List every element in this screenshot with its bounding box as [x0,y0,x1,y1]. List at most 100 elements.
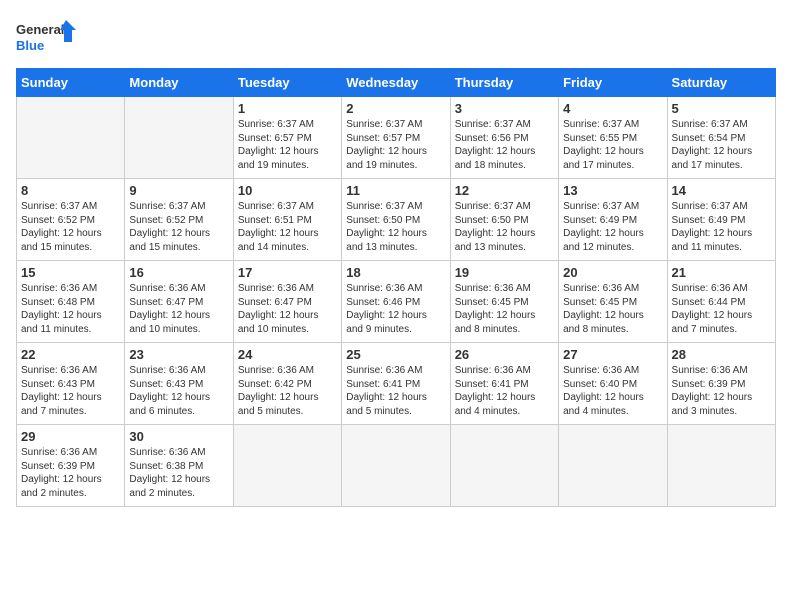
page-header: General Blue [16,16,776,60]
cell-info: Sunrise: 6:37 AMSunset: 6:49 PMDaylight:… [563,201,644,253]
svg-text:Blue: Blue [16,38,44,53]
calendar-table: SundayMondayTuesdayWednesdayThursdayFrid… [16,68,776,507]
cell-info: Sunrise: 6:36 AMSunset: 6:47 PMDaylight:… [129,283,210,335]
logo: General Blue [16,16,76,60]
calendar-week-5: 29 Sunrise: 6:36 AMSunset: 6:39 PMDayligh… [17,425,776,507]
cell-info: Sunrise: 6:36 AMSunset: 6:40 PMDaylight:… [563,365,644,417]
calendar-cell: 15 Sunrise: 6:36 AMSunset: 6:48 PMDayligh… [17,261,125,343]
day-number: 30 [129,429,228,444]
day-number: 23 [129,347,228,362]
day-number: 9 [129,183,228,198]
weekday-sunday: Sunday [17,69,125,97]
cell-info: Sunrise: 6:37 AMSunset: 6:51 PMDaylight:… [238,201,319,253]
calendar-body: 1 Sunrise: 6:37 AMSunset: 6:57 PMDaylight… [17,97,776,507]
day-number: 26 [455,347,554,362]
calendar-cell: 28 Sunrise: 6:36 AMSunset: 6:39 PMDayligh… [667,343,775,425]
calendar-cell [450,425,558,507]
calendar-cell: 30 Sunrise: 6:36 AMSunset: 6:38 PMDayligh… [125,425,233,507]
cell-info: Sunrise: 6:36 AMSunset: 6:39 PMDaylight:… [21,447,102,499]
day-number: 11 [346,183,445,198]
calendar-week-3: 15 Sunrise: 6:36 AMSunset: 6:48 PMDayligh… [17,261,776,343]
day-number: 17 [238,265,337,280]
calendar-cell: 20 Sunrise: 6:36 AMSunset: 6:45 PMDayligh… [559,261,667,343]
cell-info: Sunrise: 6:37 AMSunset: 6:49 PMDaylight:… [672,201,753,253]
calendar-cell: 9 Sunrise: 6:37 AMSunset: 6:52 PMDaylight… [125,179,233,261]
day-number: 5 [672,101,771,116]
cell-info: Sunrise: 6:36 AMSunset: 6:39 PMDaylight:… [672,365,753,417]
cell-info: Sunrise: 6:36 AMSunset: 6:38 PMDaylight:… [129,447,210,499]
svg-text:General: General [16,22,64,37]
calendar-cell: 19 Sunrise: 6:36 AMSunset: 6:45 PMDayligh… [450,261,558,343]
calendar-cell: 11 Sunrise: 6:37 AMSunset: 6:50 PMDayligh… [342,179,450,261]
cell-info: Sunrise: 6:36 AMSunset: 6:41 PMDaylight:… [455,365,536,417]
day-number: 28 [672,347,771,362]
calendar-cell: 21 Sunrise: 6:36 AMSunset: 6:44 PMDayligh… [667,261,775,343]
cell-info: Sunrise: 6:36 AMSunset: 6:44 PMDaylight:… [672,283,753,335]
day-number: 10 [238,183,337,198]
calendar-week-1: 1 Sunrise: 6:37 AMSunset: 6:57 PMDaylight… [17,97,776,179]
calendar-cell: 5 Sunrise: 6:37 AMSunset: 6:54 PMDaylight… [667,97,775,179]
day-number: 24 [238,347,337,362]
cell-info: Sunrise: 6:37 AMSunset: 6:54 PMDaylight:… [672,119,753,171]
calendar-cell: 1 Sunrise: 6:37 AMSunset: 6:57 PMDaylight… [233,97,341,179]
day-number: 4 [563,101,662,116]
calendar-cell: 2 Sunrise: 6:37 AMSunset: 6:57 PMDaylight… [342,97,450,179]
calendar-cell [559,425,667,507]
cell-info: Sunrise: 6:36 AMSunset: 6:48 PMDaylight:… [21,283,102,335]
cell-info: Sunrise: 6:36 AMSunset: 6:47 PMDaylight:… [238,283,319,335]
cell-info: Sunrise: 6:37 AMSunset: 6:50 PMDaylight:… [346,201,427,253]
calendar-cell [125,97,233,179]
day-number: 14 [672,183,771,198]
cell-info: Sunrise: 6:37 AMSunset: 6:52 PMDaylight:… [21,201,102,253]
day-number: 18 [346,265,445,280]
calendar-cell: 22Sunrise: 6:36 AMSunset: 6:43 PMDayligh… [17,343,125,425]
day-number: 20 [563,265,662,280]
calendar-cell: 16 Sunrise: 6:36 AMSunset: 6:47 PMDayligh… [125,261,233,343]
day-number: 8 [21,183,120,198]
weekday-thursday: Thursday [450,69,558,97]
day-number: 12 [455,183,554,198]
day-number: 19 [455,265,554,280]
weekday-monday: Monday [125,69,233,97]
day-number: 3 [455,101,554,116]
weekday-header-row: SundayMondayTuesdayWednesdayThursdayFrid… [17,69,776,97]
calendar-cell: 23 Sunrise: 6:36 AMSunset: 6:43 PMDayligh… [125,343,233,425]
cell-info: Sunrise: 6:36 AMSunset: 6:42 PMDaylight:… [238,365,319,417]
cell-info: Sunrise: 6:37 AMSunset: 6:56 PMDaylight:… [455,119,536,171]
calendar-cell: 13Sunrise: 6:37 AMSunset: 6:49 PMDayligh… [559,179,667,261]
day-number: 21 [672,265,771,280]
calendar-cell: 14 Sunrise: 6:37 AMSunset: 6:49 PMDayligh… [667,179,775,261]
calendar-cell: 10 Sunrise: 6:37 AMSunset: 6:51 PMDayligh… [233,179,341,261]
calendar-cell [667,425,775,507]
day-number: 15 [21,265,120,280]
calendar-week-4: 22 Sunrise: 6:36 AMSunset: 6:43 PMDayligh… [17,343,776,425]
cell-info: Sunrise: 6:36 AMSunset: 6:45 PMDaylight:… [563,283,644,335]
calendar-cell: 8 Sunrise: 6:37 AMSunset: 6:52 PMDaylight… [17,179,125,261]
cell-info: Sunrise: 6:37 AMSunset: 6:57 PMDaylight:… [238,119,319,171]
cell-info: Sunrise: 6:37 AMSunset: 6:50 PMDaylight:… [455,201,536,253]
cell-info: Sunrise: 6:36 AMSunset: 6:43 PMDaylight:… [129,365,210,417]
cell-info: Sunrise: 6:36 AMSunset: 6:45 PMDaylight:… [455,283,536,335]
calendar-cell [17,97,125,179]
cell-info: Sunrise: 6:36 AMSunset: 6:46 PMDaylight:… [346,283,427,335]
calendar-week-2: 8 Sunrise: 6:37 AMSunset: 6:52 PMDaylight… [17,179,776,261]
calendar-cell [233,425,341,507]
calendar-cell: 3 Sunrise: 6:37 AMSunset: 6:56 PMDaylight… [450,97,558,179]
weekday-wednesday: Wednesday [342,69,450,97]
day-number: 29 [21,429,120,444]
calendar-cell: 27Sunrise: 6:36 AMSunset: 6:40 PMDayligh… [559,343,667,425]
cell-info: Sunrise: 6:37 AMSunset: 6:55 PMDaylight:… [563,119,644,171]
cell-info: Sunrise: 6:37 AMSunset: 6:57 PMDaylight:… [346,119,427,171]
day-number: 25 [346,347,445,362]
logo-svg: General Blue [16,16,76,60]
day-number: 22 [21,347,120,362]
calendar-cell: 4 Sunrise: 6:37 AMSunset: 6:55 PMDaylight… [559,97,667,179]
calendar-cell: 26 Sunrise: 6:36 AMSunset: 6:41 PMDayligh… [450,343,558,425]
day-number: 1 [238,101,337,116]
calendar-cell: 12 Sunrise: 6:37 AMSunset: 6:50 PMDayligh… [450,179,558,261]
calendar-cell: 25 Sunrise: 6:36 AMSunset: 6:41 PMDayligh… [342,343,450,425]
day-number: 16 [129,265,228,280]
cell-info: Sunrise: 6:36 AMSunset: 6:41 PMDaylight:… [346,365,427,417]
day-number: 2 [346,101,445,116]
cell-info: Sunrise: 6:37 AMSunset: 6:52 PMDaylight:… [129,201,210,253]
